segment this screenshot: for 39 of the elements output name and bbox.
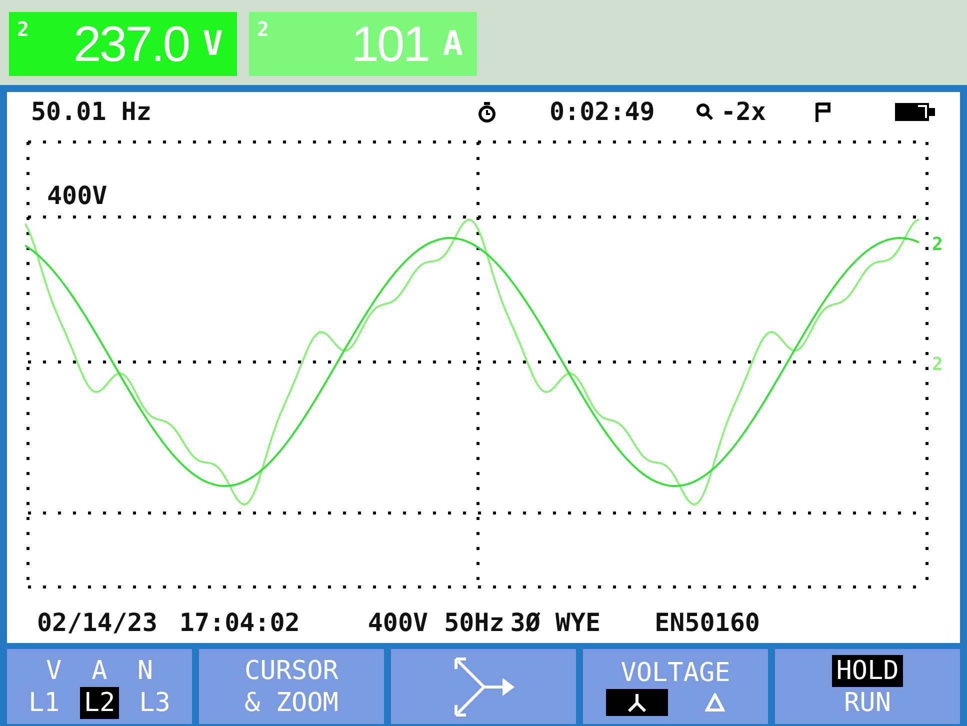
timer-readout: 0:02:49: [549, 96, 655, 128]
softkey[interactable]: V A N L1 L2 L3: [7, 649, 192, 724]
softkey-label: VOLTAGE: [620, 657, 730, 689]
wiring-option[interactable]: [606, 689, 668, 716]
unit-label: V: [202, 22, 223, 66]
delta-icon: [704, 693, 724, 712]
softkey-label: CURSOR: [244, 654, 338, 686]
phase-index: 2: [17, 16, 30, 43]
battery-icon: [894, 101, 936, 123]
zoom-readout: -2x: [720, 96, 766, 128]
scale-label: 400V: [47, 181, 108, 210]
reading-value: 101: [351, 19, 429, 69]
softkey-option: HOLD: [832, 654, 903, 686]
softkey-option: RUN: [844, 686, 891, 718]
phase-vector-icon: [452, 656, 516, 716]
status-text: EN50160: [654, 607, 760, 639]
phase-option: L1: [24, 686, 64, 718]
status-text: 17:04:02: [179, 607, 300, 639]
quantity-label: N: [137, 654, 153, 686]
timer-icon: [477, 101, 498, 123]
trace-label: 2: [932, 234, 943, 255]
quantity-label: A: [92, 654, 108, 686]
softkey-label: & ZOOM: [244, 686, 338, 718]
phase-option: L3: [135, 686, 174, 718]
unit-label: A: [442, 22, 463, 66]
phase-option: L2: [80, 686, 120, 718]
trace-label: 2: [932, 354, 943, 375]
frequency-readout: 50.01 Hz: [31, 96, 152, 128]
zoom-icon: [694, 102, 715, 122]
reading-value: 237.0: [73, 19, 189, 69]
phase-index: 2: [257, 16, 270, 43]
quantity-label: V: [46, 654, 62, 686]
status-text: 400V: [368, 607, 428, 639]
wye-icon: [626, 693, 646, 712]
status-text: 3Ø WYE: [510, 607, 601, 639]
status-text: 50Hz: [444, 607, 504, 639]
softkey[interactable]: HOLD RUN: [775, 649, 960, 724]
softkey[interactable]: [391, 649, 576, 724]
status-text: 02/14/23: [37, 607, 158, 639]
